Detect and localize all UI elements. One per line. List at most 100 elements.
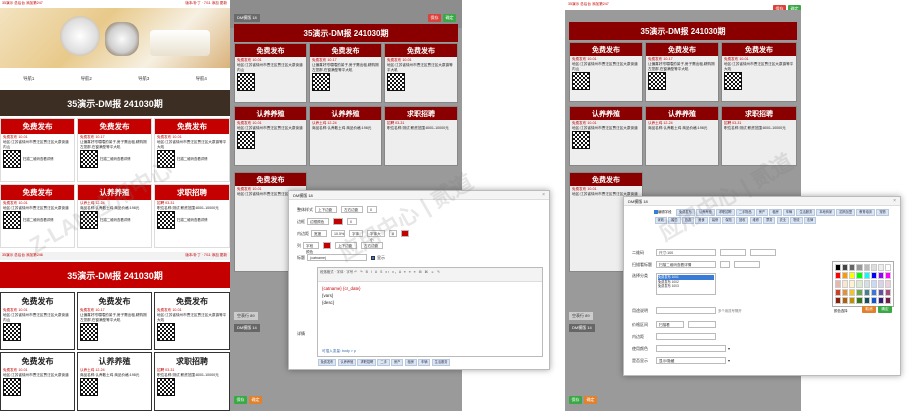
input-qr-margin[interactable] <box>720 249 746 256</box>
color-swatch[interactable] <box>849 280 856 288</box>
nav-item-1[interactable]: 导航1 <box>0 76 58 86</box>
right-foot-save-button[interactable]: 保存 <box>569 396 582 404</box>
middle-tab[interactable]: DM模版 18 <box>234 14 260 22</box>
tag-item[interactable]: 房产 <box>755 208 769 216</box>
color-swatch[interactable] <box>884 288 891 296</box>
tag-item[interactable]: 房产 <box>390 358 404 366</box>
tag-item[interactable]: 车辆 <box>782 208 796 216</box>
input-width-label[interactable]: 宽度 <box>311 230 327 237</box>
tag-item[interactable]: 宠物 <box>876 208 889 216</box>
middle-ok-button[interactable]: 确定 <box>443 14 456 22</box>
left-card-1[interactable]: 免费发布 免费发布 10-01 地区:江苏省徐州市贾汪区贾汪区大泉街道内山 扫描二… <box>0 118 75 182</box>
middle-foot-save-button[interactable]: 保存 <box>234 396 247 404</box>
color-swatch[interactable] <box>842 288 849 296</box>
color-swatch[interactable] <box>835 280 842 288</box>
middle-card-3[interactable]: 免费发布 免费发布 10-01 地区:江苏省徐州市贾汪区贾汪区大泉镇等平大吼 <box>384 43 458 103</box>
color-swatch-3[interactable] <box>323 242 331 249</box>
color-swatch[interactable] <box>842 264 849 272</box>
tag-item[interactable]: 票务 <box>763 216 776 224</box>
right-card-2[interactable]: 免费发布 免费发布 10-17 让偏喜好帘喂喂的弟子,房子需出租,精购刚左您那,在窗… <box>645 42 719 102</box>
color-swatch[interactable] <box>849 288 856 296</box>
color-swatch[interactable] <box>884 272 891 280</box>
color-swatch[interactable] <box>884 280 891 288</box>
tag-item[interactable]: 车辆 <box>418 358 431 366</box>
right-bottom-tab-2[interactable]: 空表行 89 <box>569 312 593 320</box>
nav-item-4[interactable]: 导航4 <box>173 76 231 86</box>
nav-item-3[interactable]: 导航3 <box>115 76 173 86</box>
input-margin-lr[interactable]: 左右边距 <box>341 206 363 213</box>
color-swatch[interactable] <box>863 280 870 288</box>
color-swatch[interactable] <box>863 272 870 280</box>
color-swatch[interactable] <box>877 296 884 304</box>
chevron-down-icon[interactable]: ▾ <box>728 346 730 351</box>
palette-cancel-button[interactable]: 取消 <box>862 306 876 313</box>
color-swatch[interactable] <box>842 272 849 280</box>
tag-item[interactable]: 本地商家 <box>816 208 836 216</box>
color-swatch[interactable] <box>870 288 877 296</box>
color-swatch[interactable] <box>856 264 863 272</box>
middle-bottom-tab-1[interactable]: DM模版 14 <box>234 324 260 332</box>
tag-item[interactable]: 教育培训 <box>856 208 875 216</box>
color-swatch[interactable] <box>849 296 856 304</box>
middle-card-6[interactable]: 求职招聘 招聘 03-31 职位名称:测试 薪资范围:8001-10000元 <box>384 106 458 166</box>
middle-save-button[interactable]: 保存 <box>428 14 441 22</box>
input-usage[interactable] <box>656 307 716 314</box>
input-margin[interactable] <box>734 261 760 268</box>
middle-card-4[interactable]: 认养养殖 免费发布 10-01 地区:江苏省徐州市贾汪区贾汪区大泉街道 <box>234 106 307 166</box>
color-swatch[interactable] <box>842 280 849 288</box>
lower-card-4[interactable]: 免费发布 免费发布 10-01 地区:江苏省徐州市贾汪区贾汪区大泉街道 <box>0 352 75 411</box>
tag-item[interactable]: 二手物品 <box>735 208 755 216</box>
left-top-links[interactable]: 35演示 总后台 添加第247 <box>2 1 43 5</box>
tag-item[interactable]: 免费发布 <box>317 358 337 366</box>
tag-item[interactable]: 求职招聘 <box>357 358 377 366</box>
color-swatch[interactable] <box>842 296 849 304</box>
color-swatch[interactable] <box>877 272 884 280</box>
tag-item[interactable]: 招商加盟 <box>836 208 856 216</box>
select-color[interactable] <box>656 345 726 352</box>
editor-toolbar[interactable]: 段落格式 · 字体 · 字号 ↶ ↷ B I U S x² x₂ A ≡ ≡ ≡… <box>318 268 542 282</box>
color-swatch[interactable] <box>884 264 891 272</box>
color-swatch[interactable] <box>856 272 863 280</box>
select-visibility[interactable]: 显示/隐藏 <box>656 357 726 364</box>
right-card-5[interactable]: 认养养殖 认养土鸡 12-24 商品名称:认养散土鸡 商品价格:198元 <box>645 106 719 166</box>
left-top-right[interactable]: 版本/补丁 · 7/11 添加 更新 <box>185 1 227 6</box>
input-margin-tb[interactable]: 上下边距 <box>315 206 337 213</box>
toolbar-icons[interactable]: ↶ ↷ B I U S x² x₂ A ≡ ≡ ≡ ⊞ ⌘ ☺ ✎ <box>354 270 441 274</box>
color-swatch[interactable] <box>333 218 343 225</box>
color-swatch[interactable] <box>877 280 884 288</box>
color-swatch[interactable] <box>835 264 842 272</box>
input-qr-margin-2[interactable] <box>750 249 776 256</box>
second-top-right[interactable]: 版本/补丁 · 7/11 添加 更新 <box>185 253 227 258</box>
color-swatch[interactable] <box>835 288 842 296</box>
color-swatch[interactable] <box>863 264 870 272</box>
palette-confirm-button[interactable]: 确定 <box>878 306 892 313</box>
tag-item[interactable]: 法律 <box>803 216 817 224</box>
middle-card-1[interactable]: 免费发布 免费发布 10-01 地区:江苏省徐州市贾汪区贾汪区大泉街道内山 <box>234 43 307 103</box>
input-border-color[interactable]: 边框颜色 <box>307 218 329 225</box>
color-swatch[interactable] <box>849 264 856 272</box>
lower-card-2[interactable]: 免费发布 免费发布 10-17 让偏喜好帘喂喂的弟子,房子需出租,精购刚左您那,在窗… <box>77 292 152 350</box>
right-card-3[interactable]: 免费发布 免费发布 10-01 地区:江苏省徐州市贾汪区贾汪区大泉镇等平大吼 <box>721 42 797 102</box>
left-card-6[interactable]: 求职招聘 招聘 03-31 职位名称:测试 薪资范围:8001-10000元 扫描… <box>154 184 230 248</box>
input-scan-text[interactable]: 扫描二维码查看详情 <box>656 261 716 268</box>
input-qr-size[interactable]: 尺寸:100 <box>656 249 716 256</box>
category-option[interactable]: 免费发布 1003 <box>658 284 714 289</box>
color-swatch[interactable] <box>877 288 884 296</box>
input-price-max[interactable] <box>688 321 716 328</box>
tag-item[interactable]: 认养养殖 <box>337 358 357 366</box>
input-padding[interactable] <box>656 333 716 340</box>
rich-text-editor[interactable]: 段落格式 · 字体 · 字号 ↶ ↷ B I U S x² x₂ A ≡ ≡ ≡… <box>317 267 543 357</box>
tag-item[interactable]: 生活服务 <box>431 358 451 366</box>
right-card-1[interactable]: 免费发布 免费发布 10-01 地区:江苏省徐州市贾汪区贾汪区大泉街道内山 <box>569 42 643 102</box>
color-swatch[interactable] <box>849 272 856 280</box>
tag-item[interactable]: 二手 <box>377 358 390 366</box>
nav-item-2[interactable]: 导航2 <box>58 76 116 86</box>
middle-foot-ok-button[interactable]: 确定 <box>249 396 262 404</box>
color-swatch[interactable] <box>870 264 877 272</box>
color-swatch[interactable] <box>877 264 884 272</box>
close-icon[interactable]: × <box>542 192 545 198</box>
color-swatch[interactable] <box>856 288 863 296</box>
right-bottom-tab-1[interactable]: DM模版 14 <box>569 324 595 332</box>
input-border-width[interactable]: 0 <box>347 218 357 225</box>
input-field-color[interactable]: 字段颜色 <box>303 242 319 254</box>
